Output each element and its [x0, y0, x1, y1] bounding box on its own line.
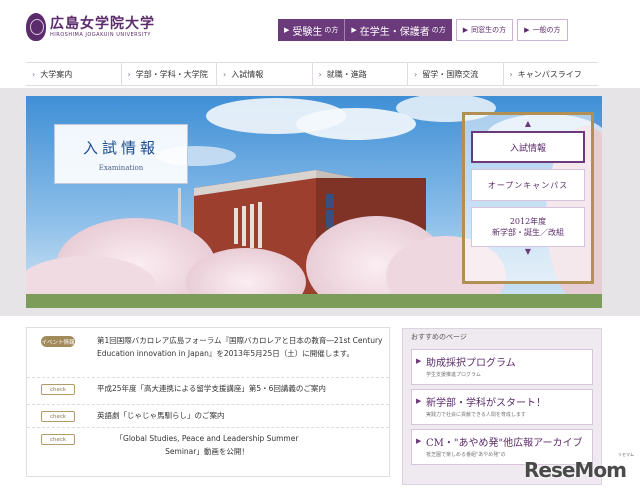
- audience-students-label: 在学生・保護者: [359, 26, 430, 38]
- hero-menu-year-label: 2012年度: [509, 217, 547, 226]
- scroll-up-icon[interactable]: ▲: [471, 119, 585, 129]
- audience-general-button[interactable]: ▶ 一般の方: [517, 19, 568, 41]
- arrow-right-icon: ▶: [416, 437, 422, 445]
- news-item[interactable]: check 平成25年度「高大連携による留学支援講座」第5・6回講義のご案内: [27, 378, 389, 405]
- logo-name-en: HIROSHIMA JOGAKUIN UNIVERSITY: [50, 32, 151, 38]
- scroll-down-icon[interactable]: ▼: [471, 247, 585, 257]
- audience-students-button[interactable]: ▶ 在学生・保護者 の方: [344, 19, 452, 41]
- audience-alumni-label: 同窓生の方: [471, 26, 507, 34]
- nav-international-label: 留学・国際交流: [422, 69, 479, 79]
- news-text[interactable]: 「Global Studies, Peace and Leadership Su…: [97, 432, 317, 458]
- hero-menu-new-faculty-label: 新学部・誕生／改組: [492, 228, 564, 237]
- watermark-mini-text: リセマム: [618, 452, 634, 457]
- audience-students-suffix: の方: [431, 26, 446, 34]
- watermark-text: ReseMom: [524, 458, 627, 482]
- resemom-watermark: リセマム ReseMom: [524, 452, 636, 482]
- news-text[interactable]: 平成25年度「高大連携による留学支援講座」第5・6回講義のご案内: [97, 382, 383, 395]
- news-text[interactable]: 英語劇「じゃじゃ馬馴らし」のご案内: [97, 409, 383, 422]
- nav-careers[interactable]: › 就職・進路: [313, 63, 408, 85]
- news-text[interactable]: 第1回国際バカロレア広島フォーラム『国際バカロレアと日本の教育―21st Cen…: [97, 334, 383, 360]
- hero-title-panel: 入試情報 Examination: [54, 124, 188, 184]
- chevron-right-icon: ›: [318, 69, 322, 79]
- news-item[interactable]: イベント情報 第1回国際バカロレア広島フォーラム『国際バカロレアと日本の教育―2…: [27, 328, 389, 378]
- recommend-card-grants[interactable]: ▶ 助成採択プログラム 学生支援推進プログラム: [411, 349, 593, 385]
- recommend-card-title: 助成採択プログラム: [426, 358, 516, 369]
- nav-faculties-label: 学部・学科・大学院: [135, 69, 208, 79]
- arrow-right-icon: ▶: [416, 357, 422, 365]
- crest-icon: [26, 13, 46, 41]
- hero-menu-open-campus[interactable]: オープンキャンパス: [471, 169, 585, 201]
- arrow-right-icon: ▶: [524, 26, 530, 34]
- chevron-right-icon: ›: [509, 69, 513, 79]
- audience-alumni-button[interactable]: ▶ 同窓生の方: [455, 19, 514, 41]
- audience-applicants-suffix: の方: [324, 26, 339, 34]
- nav-international[interactable]: › 留学・国際交流: [408, 63, 504, 85]
- recommend-card-subtitle: 実践力で社会に貢献できる人間を育成します: [426, 412, 526, 418]
- nav-careers-label: 就職・進路: [326, 69, 367, 79]
- audience-general-label: 一般の方: [532, 26, 561, 34]
- hero-menu-open-campus-label: オープンキャンパス: [487, 180, 569, 190]
- news-item[interactable]: check 「Global Studies, Peace and Leaders…: [27, 428, 389, 472]
- hero-side-menu: ▲ 入試情報 オープンキャンパス 2012年度 新学部・誕生／改組 ▼: [462, 112, 594, 284]
- chevron-right-icon: ›: [414, 69, 418, 79]
- global-nav: › 大学案内 › 学部・学科・大学院 › 入試情報 › 就職・進路 › 留学・国際交流 ›…: [26, 62, 598, 86]
- news-tag-check: check: [41, 411, 75, 422]
- nav-campus-life-label: キャンパスライフ: [517, 69, 582, 79]
- recommend-card-subtitle: 学生支援推進プログラム: [426, 372, 481, 378]
- hero-title-en: Examination: [98, 163, 144, 172]
- university-logo[interactable]: 広島女学院大学 HIROSHIMA JOGAKUIN UNIVERSITY: [26, 13, 155, 41]
- hero-banner: 入試情報 Examination ▲ 入試情報 オープンキャンパス 2012年度…: [26, 96, 602, 308]
- news-list: イベント情報 第1回国際バカロレア広島フォーラム『国際バカロレアと日本の教育―2…: [26, 327, 390, 477]
- recommend-card-title: CM・"あやめ発"他広報アーカイブ: [426, 438, 583, 449]
- recommend-card-new-faculty[interactable]: ▶ 新学部・学科がスタート！ 実践力で社会に貢献できる人間を育成します: [411, 389, 593, 425]
- nav-admissions-label: 入試情報: [231, 69, 264, 79]
- arrow-right-icon: ▶: [351, 26, 357, 34]
- nav-about[interactable]: › 大学案内: [26, 63, 122, 85]
- news-tag-check: check: [41, 434, 75, 445]
- audience-applicants-button[interactable]: ▶ 受験生 の方: [278, 19, 345, 41]
- nav-campus-life[interactable]: › キャンパスライフ: [504, 63, 599, 85]
- chevron-right-icon: ›: [223, 69, 227, 79]
- news-tag-check: check: [41, 384, 75, 395]
- arrow-right-icon: ▶: [462, 26, 469, 34]
- audience-nav: ▶ 受験生 の方 ▶ 在学生・保護者 の方 ▶ 同窓生の方 ▶ 一般の方: [278, 19, 568, 41]
- hero-menu-admissions-label: 入試情報: [509, 143, 546, 154]
- nav-faculties[interactable]: › 学部・学科・大学院: [122, 63, 217, 85]
- nav-admissions[interactable]: › 入試情報: [217, 63, 313, 85]
- site-header: 広島女学院大学 HIROSHIMA JOGAKUIN UNIVERSITY ▶ …: [0, 0, 640, 60]
- nav-about-label: 大学案内: [40, 69, 73, 79]
- arrow-right-icon: ▶: [416, 397, 422, 405]
- hero-title-jp: 入試情報: [82, 138, 159, 157]
- news-item[interactable]: check 英語劇「じゃじゃ馬馴らし」のご案内: [27, 405, 389, 428]
- recommended-title: おすすめのページ: [411, 333, 467, 341]
- audience-applicants-label: 受験生: [292, 26, 323, 38]
- news-tag-event: イベント情報: [41, 336, 75, 347]
- recommend-card-title: 新学部・学科がスタート！: [426, 398, 546, 409]
- chevron-right-icon: ›: [127, 69, 131, 79]
- hero-menu-new-faculty[interactable]: 2012年度 新学部・誕生／改組: [471, 207, 585, 247]
- hero-menu-admissions[interactable]: 入試情報: [471, 131, 585, 163]
- logo-name-jp: 広島女学院大学: [50, 16, 155, 32]
- chevron-right-icon: ›: [32, 69, 36, 79]
- arrow-right-icon: ▶: [284, 26, 290, 34]
